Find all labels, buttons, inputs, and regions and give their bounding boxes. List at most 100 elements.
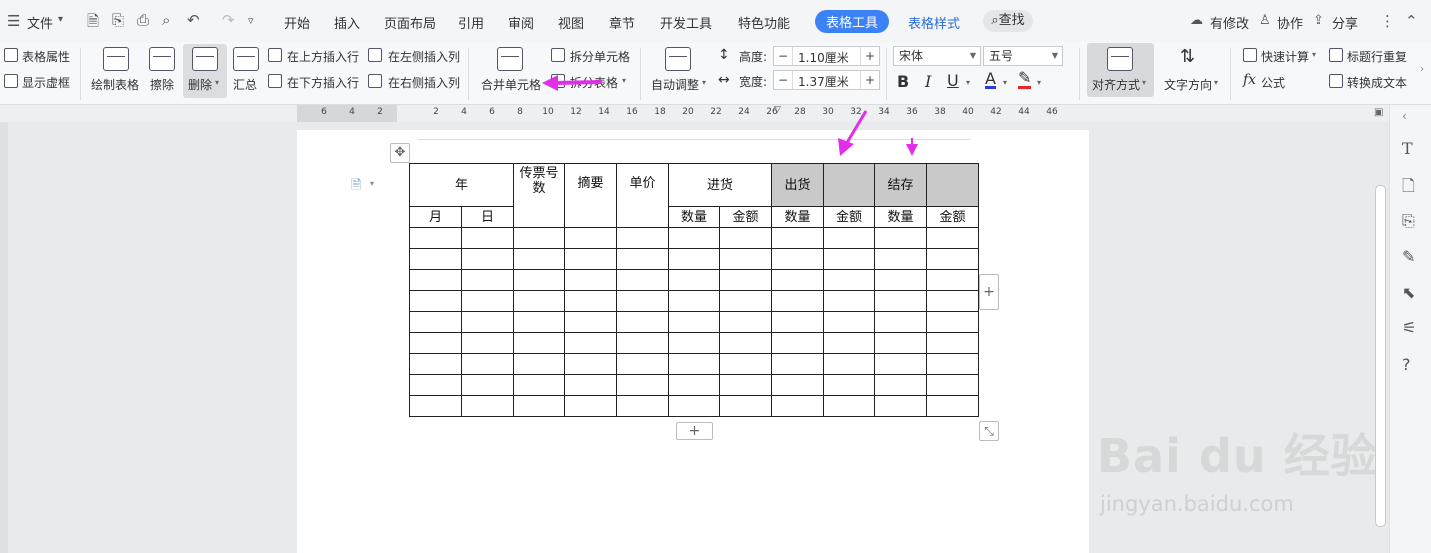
table-cell[interactable]: [668, 290, 720, 312]
table-cell[interactable]: [874, 269, 927, 291]
print-preview-icon[interactable]: ⌕: [162, 11, 170, 29]
tab-page-layout[interactable]: 页面布局: [384, 13, 436, 32]
split-cells-button[interactable]: 拆分单元格: [570, 48, 630, 65]
tab-chapter[interactable]: 章节: [609, 13, 635, 32]
file-menu[interactable]: 文件: [27, 13, 53, 32]
draw-table-button[interactable]: 绘制表格: [91, 76, 139, 93]
table-cell[interactable]: [564, 290, 617, 312]
tab-references[interactable]: 引用: [458, 13, 484, 32]
data-table[interactable]: 年 传票号数 摘要 单价 进货 出货 结存 月 日 数量 金额 数量 金额 数量…: [409, 163, 979, 417]
table-cell[interactable]: [409, 374, 462, 396]
table-cell[interactable]: [823, 227, 875, 249]
table-cell[interactable]: [564, 374, 617, 396]
merge-cells-button[interactable]: 合并单元格: [481, 76, 541, 93]
table-cell[interactable]: [874, 227, 927, 249]
table-cell[interactable]: [409, 353, 462, 375]
show-gridlines-button[interactable]: 显示虚框: [22, 74, 70, 91]
table-cell[interactable]: [823, 395, 875, 417]
table-cell[interactable]: [513, 269, 565, 291]
table-cell[interactable]: [668, 248, 720, 270]
highlight-icon[interactable]: ✎: [1018, 70, 1032, 89]
table-cell[interactable]: [926, 269, 979, 291]
table-cell[interactable]: [823, 248, 875, 270]
table-cell[interactable]: [719, 290, 772, 312]
font-name-select[interactable]: 宋体 ▼: [893, 46, 981, 66]
table-cell[interactable]: [719, 248, 772, 270]
table-cell[interactable]: [874, 248, 927, 270]
table-cell[interactable]: [513, 227, 565, 249]
collaborate-button[interactable]: 协作: [1277, 13, 1303, 32]
table-cell[interactable]: [513, 248, 565, 270]
table-cell[interactable]: [926, 353, 979, 375]
table-cell[interactable]: [564, 353, 617, 375]
save-icon[interactable]: 🗎: [87, 11, 99, 36]
table-cell[interactable]: [461, 395, 514, 417]
table-cell[interactable]: [564, 269, 617, 291]
table-cell[interactable]: [719, 374, 772, 396]
table-cell[interactable]: [771, 395, 824, 417]
header-shipment[interactable]: 出货: [771, 163, 824, 207]
table-cell[interactable]: [616, 311, 669, 333]
header-qty[interactable]: 数量: [771, 206, 824, 228]
font-color-icon[interactable]: A: [985, 71, 996, 89]
sidebar-collapse-icon[interactable]: ‹: [1402, 109, 1407, 123]
text-direction-button[interactable]: 文字方向: [1164, 76, 1212, 93]
hamburger-icon[interactable]: ☰: [7, 12, 20, 30]
table-cell[interactable]: [461, 353, 514, 375]
table-cell[interactable]: [771, 269, 824, 291]
table-cell[interactable]: [461, 248, 514, 270]
table-cell[interactable]: [719, 332, 772, 354]
template-icon[interactable]: ⎘: [1402, 211, 1415, 231]
formula-button[interactable]: 公式: [1261, 74, 1285, 91]
table-cell[interactable]: [874, 353, 927, 375]
collapse-ribbon-icon[interactable]: ⌃: [1405, 12, 1418, 30]
share-button[interactable]: 分享: [1332, 13, 1358, 32]
table-cell[interactable]: [668, 227, 720, 249]
table-cell[interactable]: [719, 227, 772, 249]
quick-calc-button[interactable]: 快速计算: [1261, 48, 1309, 65]
table-cell[interactable]: [926, 248, 979, 270]
table-cell[interactable]: [771, 374, 824, 396]
width-stepper[interactable]: − 1.37厘米 +: [773, 70, 880, 90]
table-cell[interactable]: [823, 332, 875, 354]
table-cell[interactable]: [616, 227, 669, 249]
document-icon[interactable]: 🗋: [1402, 175, 1415, 202]
table-cell[interactable]: [564, 332, 617, 354]
modified-status[interactable]: 有修改: [1210, 13, 1249, 32]
indent-marker-icon[interactable]: ▽: [774, 105, 781, 115]
table-cell[interactable]: [616, 248, 669, 270]
search-button[interactable]: ⌕查找: [983, 10, 1033, 32]
table-cell[interactable]: [461, 311, 514, 333]
help-icon[interactable]: ?: [1402, 355, 1411, 374]
table-cell[interactable]: [823, 311, 875, 333]
header-amount[interactable]: 金额: [926, 206, 979, 228]
table-cell[interactable]: [771, 332, 824, 354]
print-icon[interactable]: ⎙: [137, 11, 149, 29]
move-table-icon[interactable]: ✥: [390, 143, 410, 163]
table-cell[interactable]: [564, 227, 617, 249]
bold-icon[interactable]: B: [897, 72, 909, 91]
table-cell[interactable]: [461, 269, 514, 291]
table-cell[interactable]: [616, 332, 669, 354]
table-cell[interactable]: [616, 395, 669, 417]
table-cell[interactable]: [926, 311, 979, 333]
insert-row-above-button[interactable]: 在上方插入行: [287, 48, 359, 65]
header-amount[interactable]: 金额: [823, 206, 875, 228]
table-cell[interactable]: [668, 311, 720, 333]
insert-col-left-button[interactable]: 在左侧插入列: [388, 48, 460, 65]
table-cell[interactable]: [409, 227, 462, 249]
table-cell[interactable]: [719, 269, 772, 291]
table-cell[interactable]: [874, 395, 927, 417]
table-cell[interactable]: [616, 374, 669, 396]
chevron-down-icon[interactable]: ▾: [58, 14, 63, 25]
tab-start[interactable]: 开始: [284, 13, 310, 32]
table-cell[interactable]: [719, 353, 772, 375]
table-cell[interactable]: [771, 311, 824, 333]
header-balance[interactable]: 结存: [874, 163, 927, 207]
table-cell[interactable]: [461, 227, 514, 249]
table-cell[interactable]: [874, 290, 927, 312]
header-voucher-no[interactable]: 传票号数: [513, 163, 565, 228]
table-cell[interactable]: [823, 374, 875, 396]
undo-icon[interactable]: ↶: [187, 11, 200, 29]
auto-fit-button[interactable]: 自动调整: [651, 76, 699, 93]
